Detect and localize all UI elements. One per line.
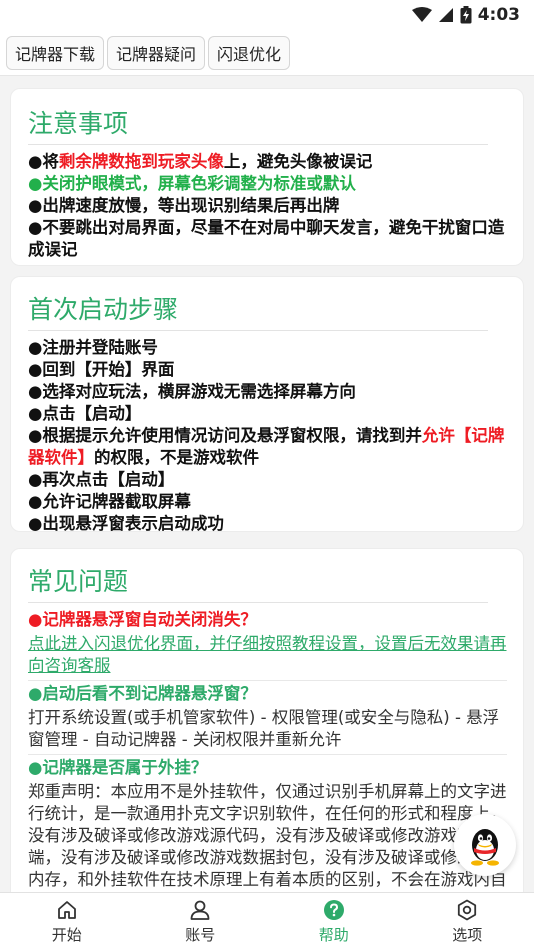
nav-start-label: 开始 <box>51 925 82 944</box>
qq-penguin-icon <box>471 829 499 866</box>
faq-title: 常见问题 <box>28 565 488 603</box>
faq-card: 常见问题 ●记牌器悬浮窗自动关闭消失？ 点此进入闪退优化界面，并仔细按照教程设置… <box>10 548 524 892</box>
faq-answer-no-overlay: 打开系统设置(或手机管家软件) - 权限管理(或安全与隐私) - 悬浮窗管理 -… <box>28 708 500 749</box>
divider <box>28 754 507 755</box>
nav-start[interactable]: 开始 <box>0 893 134 950</box>
status-time: 4:03 <box>477 5 520 25</box>
faq-question-no-overlay: ●启动后看不到记牌器悬浮窗？ <box>28 684 257 703</box>
step-item: ●允许记牌器截取屏幕 <box>28 492 191 511</box>
step-item: ●选择对应玩法，横屏游戏无需选择屏幕方向 <box>28 382 356 401</box>
battery-icon <box>460 6 472 24</box>
help-content[interactable]: 注意事项 ●将剩余牌数拖到玩家头像上，避免头像被误记 ●关闭护眼模式，屏幕色彩调… <box>0 80 534 892</box>
nav-account[interactable]: 账号 <box>134 893 268 950</box>
cellular-signal-icon <box>438 8 453 22</box>
nav-help[interactable]: 帮助 <box>267 893 401 950</box>
step-item: ●点击【启动】 <box>28 404 142 423</box>
notice-item-drag: ●将剩余牌数拖到玩家头像上，避免头像被误记 <box>28 152 373 171</box>
top-tab-bar: 记牌器下载 记牌器疑问 闪退优化 <box>0 30 534 76</box>
tab-crash-optimize[interactable]: 闪退优化 <box>208 35 291 70</box>
step-item: ●再次点击【启动】 <box>28 470 175 489</box>
nav-account-label: 账号 <box>185 925 216 944</box>
tab-questions[interactable]: 记牌器疑问 <box>107 35 206 70</box>
notice-item-slow-play: ●出牌速度放慢，等出现识别结果后再出牌 <box>28 196 340 215</box>
startup-title: 首次启动步骤 <box>28 293 488 331</box>
notice-card: 注意事项 ●将剩余牌数拖到玩家头像上，避免头像被误记 ●关闭护眼模式，屏幕色彩调… <box>10 88 524 266</box>
qq-contact-button[interactable] <box>454 814 516 876</box>
crash-optimize-link[interactable]: 点此进入闪退优化界面，并仔细按照教程设置，设置后无效果请再向咨询客服 <box>28 633 507 677</box>
nav-help-label: 帮助 <box>318 925 349 944</box>
notice-item-eye-mode: ●关闭护眼模式，屏幕色彩调整为标准或默认 <box>28 174 356 193</box>
notice-title: 注意事项 <box>28 107 488 145</box>
status-bar: 4:03 <box>0 0 534 30</box>
nav-options-label: 选项 <box>452 925 483 944</box>
step-item: ●出现悬浮窗表示启动成功 <box>28 514 224 533</box>
notice-item-stay-in-game: ●不要跳出对局界面，尽量不在对局中聊天发言，避免干扰窗口造成误记 <box>28 218 505 259</box>
startup-card: 首次启动步骤 ●注册并登陆账号 ●回到【开始】界面 ●选择对应玩法，横屏游戏无需… <box>10 276 524 533</box>
divider <box>28 680 507 681</box>
faq-answer-is-cheat: 郑重声明：本应用不是外挂软件，仅通过识别手机屏幕上的文字进行统计，是一款通用扑克… <box>28 782 507 889</box>
wifi-icon <box>411 7 432 22</box>
settings-icon <box>458 899 477 920</box>
help-icon <box>323 899 344 920</box>
faq-question-is-cheat: ●记牌器是否属于外挂？ <box>28 758 208 777</box>
tab-download[interactable]: 记牌器下载 <box>6 35 105 70</box>
step-item-permission: ●根据提示允许使用情况访问及悬浮窗权限，请找到并允许【记牌器软件】的权限，不是游… <box>28 426 505 467</box>
home-icon <box>57 900 76 919</box>
step-item: ●注册并登陆账号 <box>28 338 158 357</box>
user-icon <box>190 900 210 920</box>
nav-options[interactable]: 选项 <box>401 893 534 950</box>
faq-question-auto-close: ●记牌器悬浮窗自动关闭消失？ <box>28 610 257 629</box>
step-item: ●回到【开始】界面 <box>28 360 175 379</box>
bottom-nav: 开始 账号 帮助 选项 <box>0 892 534 950</box>
